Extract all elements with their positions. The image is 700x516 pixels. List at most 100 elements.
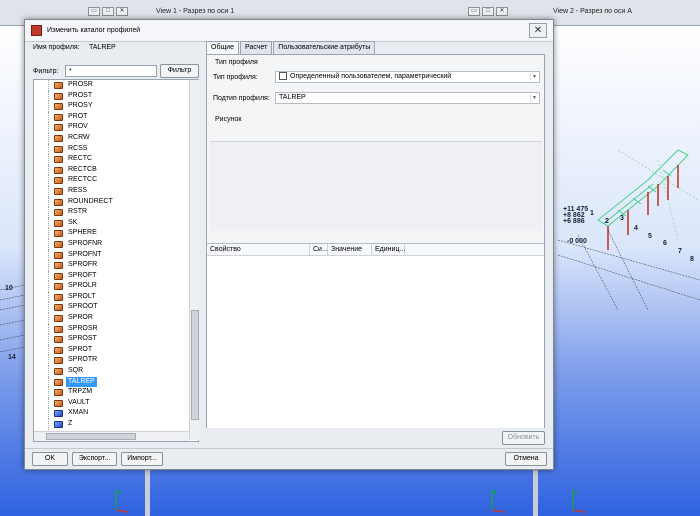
- column-symbol[interactable]: Си...: [310, 244, 328, 256]
- list-item[interactable]: Z: [34, 419, 198, 430]
- tree-line: [48, 249, 49, 261]
- minimize-button[interactable]: ▭: [88, 7, 100, 16]
- scrollbar-thumb[interactable]: [191, 310, 199, 420]
- list-item[interactable]: XMAN: [34, 408, 198, 419]
- list-item-label: ROUNDRECT: [68, 197, 113, 205]
- list-item[interactable]: SPROT: [34, 344, 198, 356]
- list-item[interactable]: PROV: [34, 122, 198, 133]
- list-item-label: XMAN: [68, 409, 89, 417]
- chevron-down-icon[interactable]: ▼: [530, 94, 538, 102]
- export-button[interactable]: Экспорт...: [72, 452, 117, 466]
- filter-input[interactable]: *: [65, 65, 157, 77]
- list-item[interactable]: SPROFNT: [34, 249, 198, 261]
- tree-line: [48, 334, 49, 345]
- property-grid[interactable]: Свойство Си... Значение Единиц...: [207, 243, 544, 428]
- list-item[interactable]: SPROFT: [34, 270, 198, 282]
- list-item[interactable]: SPROR: [34, 313, 198, 324]
- list-item[interactable]: RECTCC: [34, 175, 198, 186]
- list-item[interactable]: RCRW: [34, 132, 198, 144]
- tree-line: [48, 408, 49, 419]
- dialog-title-bar[interactable]: Изменить каталог профилей ✕: [25, 20, 553, 42]
- list-item[interactable]: PROT: [34, 111, 198, 123]
- list-item-label: SPROFNR: [68, 239, 103, 247]
- tab-general[interactable]: Общие: [206, 41, 240, 55]
- list-item[interactable]: PROST: [34, 90, 198, 102]
- close-button[interactable]: ✕: [116, 7, 128, 16]
- list-item-label: RCSS: [68, 144, 88, 152]
- tree-line: [48, 164, 49, 176]
- grid-label: 5: [648, 233, 652, 240]
- list-item[interactable]: PROSR: [34, 80, 198, 91]
- chevron-down-icon[interactable]: ▼: [530, 73, 538, 81]
- profile-subtype-select[interactable]: TALREP ▼: [275, 92, 540, 104]
- list-item[interactable]: SPROOT: [34, 302, 198, 314]
- profile-list[interactable]: PROSR PROST PROSY PROT PROV RCRW RCSS RECTC RECT…: [33, 79, 199, 442]
- profile-subtype-value: TALREP: [279, 94, 306, 101]
- list-horizontal-scrollbar[interactable]: [34, 431, 189, 441]
- list-item[interactable]: SPROFNR: [34, 238, 198, 250]
- list-item[interactable]: RECTCB: [34, 164, 198, 176]
- axis-gizmo-icon: z: [115, 488, 129, 513]
- list-item[interactable]: SPROLR: [34, 281, 198, 292]
- list-item[interactable]: SPHERE: [34, 228, 198, 239]
- tree-line: [48, 196, 49, 208]
- list-item[interactable]: SK: [34, 217, 198, 229]
- list-item[interactable]: RCSS: [34, 143, 198, 155]
- update-button[interactable]: Обновить: [502, 431, 545, 445]
- grid-label: 3: [620, 215, 624, 222]
- column-units[interactable]: Единиц...: [372, 244, 405, 256]
- list-item-label: SPROLT: [68, 292, 96, 300]
- scrollbar-thumb[interactable]: [46, 433, 136, 440]
- profile-icon: [54, 410, 63, 418]
- import-button[interactable]: Импорт...: [121, 452, 163, 466]
- list-item[interactable]: SPROSR: [34, 323, 198, 335]
- picture-label: Рисунок: [215, 116, 242, 123]
- list-item-label: PROSR: [68, 81, 93, 88]
- filter-button[interactable]: Фильтр: [160, 64, 199, 78]
- tree-line: [48, 281, 49, 292]
- profile-icon: [54, 251, 63, 259]
- list-item[interactable]: SPROST: [34, 334, 198, 345]
- list-vertical-scrollbar[interactable]: [189, 80, 199, 440]
- list-item[interactable]: RESS: [34, 185, 198, 197]
- list-item-label: Z: [68, 420, 73, 427]
- list-item-label: SPROR: [68, 314, 93, 322]
- tree-line: [48, 260, 49, 271]
- list-item[interactable]: SPROFR: [34, 260, 198, 271]
- dialog-close-button[interactable]: ✕: [529, 23, 547, 38]
- view1-close-button[interactable]: ✕: [496, 7, 508, 16]
- cancel-button[interactable]: Отмена: [505, 452, 547, 466]
- list-item[interactable]: SPROLT: [34, 291, 198, 303]
- tree-line: [48, 238, 49, 250]
- profile-type-value: Определенный пользователем, параметричес…: [290, 73, 452, 80]
- list-item[interactable]: SQR: [34, 366, 198, 377]
- tree-line: [48, 185, 49, 197]
- tab-user-attributes[interactable]: Пользовательские атрибуты: [273, 41, 376, 54]
- column-value[interactable]: Значение: [328, 244, 372, 256]
- list-item-label: TRPZM: [68, 388, 93, 396]
- profile-type-select[interactable]: Определенный пользователем, параметричес…: [275, 71, 540, 83]
- view1-maximize-button[interactable]: □: [482, 7, 494, 16]
- filter-label: Фильтр:: [33, 68, 59, 75]
- list-item-label: SPROLR: [68, 282, 97, 290]
- maximize-button[interactable]: □: [102, 7, 114, 16]
- list-item[interactable]: RSTR: [34, 207, 198, 218]
- list-item[interactable]: RECTC: [34, 154, 198, 165]
- tree-line: [48, 302, 49, 314]
- profile-icon: [54, 240, 63, 248]
- list-item[interactable]: PROSY: [34, 101, 198, 112]
- profile-icon: [54, 399, 63, 407]
- grid-label: 1: [590, 210, 594, 217]
- tab-analysis[interactable]: Расчет: [240, 41, 273, 54]
- ok-button[interactable]: OK: [32, 452, 68, 466]
- list-item[interactable]: ROUNDRECT: [34, 196, 198, 208]
- list-item[interactable]: SPROTR: [34, 355, 198, 367]
- list-item[interactable]: TALREP: [34, 376, 198, 388]
- list-item[interactable]: TRPZM: [34, 387, 198, 398]
- list-item-label: RECTCB: [68, 165, 97, 173]
- grid-label: 7: [678, 248, 682, 255]
- view1-minimize-button[interactable]: ▭: [468, 7, 480, 16]
- profile-icon: [54, 156, 63, 164]
- list-item[interactable]: VAULT: [34, 397, 198, 409]
- column-property[interactable]: Свойство: [207, 244, 310, 256]
